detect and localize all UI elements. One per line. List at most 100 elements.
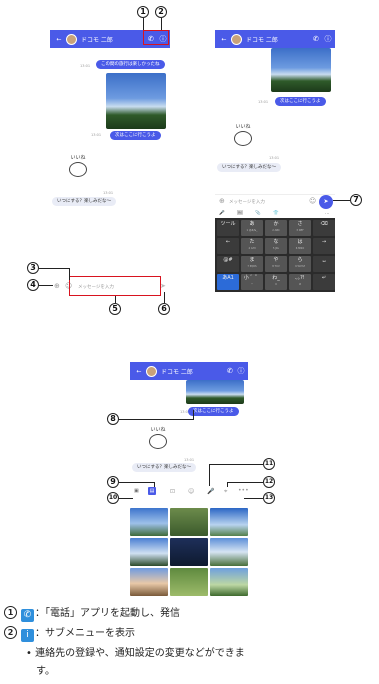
leader-line bbox=[39, 268, 69, 269]
emoji-icon[interactable]: ☺ bbox=[188, 488, 194, 495]
read-time: 13:01 bbox=[80, 64, 91, 68]
gallery-thumbnail[interactable] bbox=[170, 568, 208, 596]
keyboard-key[interactable]: 小 ゛゜ * bbox=[241, 274, 263, 290]
keyboard-key[interactable]: か 2 ABC bbox=[265, 220, 287, 236]
keyboard-key[interactable]: ツール bbox=[217, 220, 239, 236]
received-stamp[interactable]: いいね bbox=[64, 154, 92, 177]
chat-header: ← ドコモ 二郎 ✆ ⓘ bbox=[215, 30, 335, 48]
key-sublabel: 3 DEF bbox=[296, 229, 304, 232]
callout-1: 1 bbox=[137, 6, 149, 18]
sent-photo[interactable] bbox=[106, 73, 166, 129]
key-sublabel: 2 ABC bbox=[272, 229, 280, 232]
keyboard-key[interactable]: → bbox=[313, 238, 335, 254]
contact-name: ドコモ 二郎 bbox=[161, 368, 193, 376]
gallery-thumbnail[interactable] bbox=[210, 508, 248, 536]
shirt-icon[interactable]: 👕 bbox=[273, 211, 279, 216]
keyboard: ツール あ 1 @#/&_ か 2 ABC さ 3 DEF ⌫ ← た 4 GHI な 5 JKL は 6 … bbox=[215, 218, 335, 292]
keyboard-key[interactable]: あ 1 @#/&_ bbox=[241, 220, 263, 236]
keyboard-key[interactable]: あA1 bbox=[217, 274, 239, 290]
back-button[interactable]: ← bbox=[134, 368, 144, 375]
emoji-icon[interactable]: ☺ bbox=[309, 197, 316, 205]
leader-line bbox=[193, 410, 194, 420]
key-label: さ bbox=[297, 221, 303, 227]
mic-icon[interactable]: 🎤 bbox=[207, 488, 214, 495]
clip-icon[interactable]: 📎 bbox=[255, 211, 261, 216]
info-icon[interactable]: ⓘ bbox=[323, 34, 333, 44]
avatar[interactable] bbox=[146, 365, 157, 377]
sent-photo[interactable] bbox=[271, 48, 331, 92]
image-icon[interactable]: 🖼 bbox=[237, 211, 243, 216]
message-bubble[interactable]: 次はここに行こうよ bbox=[275, 97, 326, 106]
keyboard-key[interactable]: は 6 MNO bbox=[289, 238, 311, 254]
keyboard-key[interactable]: な 5 JKL bbox=[265, 238, 287, 254]
message-bubble[interactable]: 次はここに行こうよ bbox=[110, 131, 161, 140]
gallery-icon[interactable]: ▣ bbox=[134, 488, 139, 494]
gallery-thumbnail[interactable] bbox=[170, 538, 208, 566]
keyboard-key[interactable]: ␣ bbox=[313, 256, 335, 272]
keyboard-key[interactable]: や 8 TUV bbox=[265, 256, 287, 272]
callout-10: 10 bbox=[107, 492, 119, 504]
keyboard-key[interactable]: ⌫ bbox=[313, 220, 335, 236]
message-bubble[interactable]: いつにする？楽しみだな〜 bbox=[217, 163, 282, 172]
stamp-face-icon bbox=[69, 162, 87, 177]
info-icon[interactable]: ⓘ bbox=[236, 366, 246, 376]
keyboard-key[interactable]: わ_ 0 bbox=[265, 274, 287, 290]
camera-icon[interactable]: ▤ bbox=[148, 487, 156, 495]
keyboard-key[interactable]: さ 3 DEF bbox=[289, 220, 311, 236]
callout-5: 5 bbox=[109, 303, 121, 315]
legend-item-2: 2 i ：サブメニューを表示 bbox=[4, 624, 135, 642]
received-stamp[interactable]: いいね bbox=[229, 123, 257, 146]
stamp-face-icon bbox=[234, 131, 252, 146]
message-input[interactable]: メッセージを入力 bbox=[229, 199, 265, 205]
callout-6: 6 bbox=[158, 303, 170, 315]
keyboard-key[interactable]: ､｡?! # bbox=[289, 274, 311, 290]
plus-icon[interactable]: ⊕ bbox=[219, 197, 225, 205]
gallery-thumbnail[interactable] bbox=[130, 538, 168, 566]
message-bubble[interactable]: いつにする？楽しみだな〜 bbox=[132, 463, 197, 472]
leader-line bbox=[69, 268, 70, 280]
leader-line bbox=[244, 498, 263, 499]
gallery-thumbnail[interactable] bbox=[210, 538, 248, 566]
key-sublabel: 4 GHI bbox=[248, 247, 256, 250]
mic-icon[interactable]: 🎤 bbox=[219, 211, 225, 216]
callout-8: 8 bbox=[107, 413, 119, 425]
back-button[interactable]: ← bbox=[54, 36, 64, 43]
callout-4: 4 bbox=[27, 279, 39, 291]
keyboard-key[interactable]: ↵ bbox=[313, 274, 335, 290]
send-button[interactable]: ➤ bbox=[319, 195, 333, 209]
gallery-thumbnail[interactable] bbox=[210, 568, 248, 596]
avatar[interactable] bbox=[66, 33, 77, 45]
back-button[interactable]: ← bbox=[219, 36, 229, 43]
sent-photo[interactable] bbox=[186, 380, 244, 404]
key-label: た bbox=[249, 239, 255, 245]
location-icon[interactable]: ⌖ bbox=[224, 488, 227, 496]
leader-line bbox=[119, 498, 133, 499]
avatar[interactable] bbox=[231, 33, 242, 45]
stamp-icon[interactable]: ⊡ bbox=[170, 488, 175, 495]
gallery-thumbnail[interactable] bbox=[130, 508, 168, 536]
keyboard-key[interactable]: ま 7 PQRS bbox=[241, 256, 263, 272]
highlight-call-icons bbox=[143, 30, 169, 45]
more-icon[interactable]: ••• bbox=[238, 487, 248, 494]
keyboard-key[interactable]: た 4 GHI bbox=[241, 238, 263, 254]
callout-2: 2 bbox=[155, 6, 167, 18]
key-label: わ_ bbox=[272, 275, 280, 281]
keyboard-key[interactable]: ← bbox=[217, 238, 239, 254]
chat-screen-2: ← ドコモ 二郎 ✆ ⓘ 13:01 次はここに行こうよ いいね 13:01 い… bbox=[215, 30, 335, 292]
keyboard-toolbar: 🎤 🖼 📎 👕 … bbox=[215, 210, 335, 218]
key-sublabel: 6 MNO bbox=[295, 247, 305, 250]
message-bubble[interactable]: この間の旅行は楽しかったね bbox=[96, 60, 165, 69]
gallery-thumbnail[interactable] bbox=[130, 568, 168, 596]
gallery-thumbnail[interactable] bbox=[170, 508, 208, 536]
keyboard-key[interactable]: ら 9 WXYZ bbox=[289, 256, 311, 272]
message-bubble[interactable]: 次はここに行こうよ bbox=[188, 407, 239, 416]
message-bubble[interactable]: いつにする？楽しみだな〜 bbox=[52, 197, 117, 206]
received-stamp[interactable]: いいね bbox=[144, 426, 172, 449]
plus-icon[interactable]: ⊕ bbox=[54, 282, 60, 290]
phone-icon[interactable]: ✆ bbox=[311, 34, 321, 44]
phone-icon[interactable]: ✆ bbox=[225, 366, 235, 376]
key-label: あA1 bbox=[222, 275, 234, 281]
more-icon[interactable]: … bbox=[325, 211, 330, 216]
key-label: な bbox=[273, 239, 279, 245]
keyboard-key[interactable]: @# bbox=[217, 256, 239, 272]
